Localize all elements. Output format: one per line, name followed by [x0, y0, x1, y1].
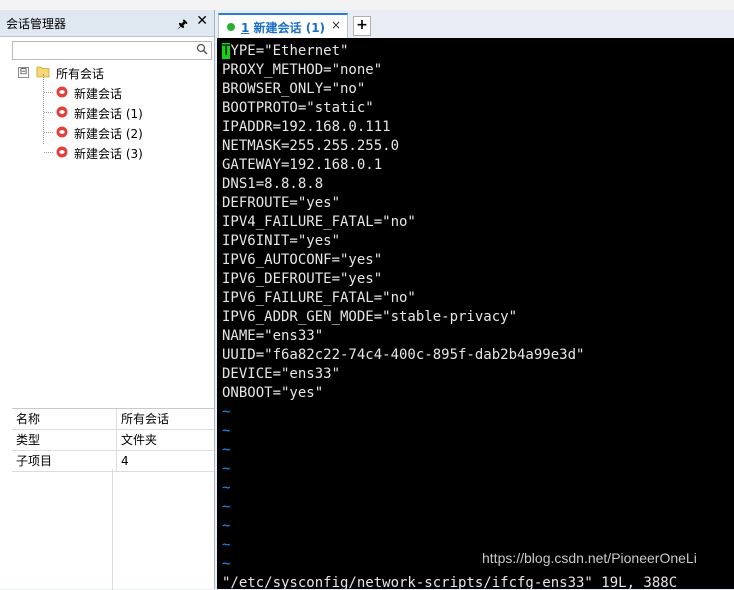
tree-connector	[44, 152, 53, 153]
session-manager-header: 会话管理器 🖈 ✕	[0, 10, 214, 37]
session-manager-panel: 会话管理器 🖈 ✕ ⊟ 所有会话 新建会话 新建会话 (1) 新建会话 (2) …	[0, 10, 215, 590]
tab-number: 1	[241, 21, 250, 35]
terminal-line: DNS1=8.8.8.8	[222, 176, 324, 192]
tab-bar: 1 新建会话 (1) × +	[215, 10, 734, 38]
terminal-line: GATEWAY=192.168.0.1	[222, 157, 383, 173]
tree-item-session-2[interactable]: 新建会话 (2)	[0, 122, 214, 142]
property-value: 文件夹	[121, 433, 158, 447]
tab-label: 1 新建会话 (1)	[241, 19, 325, 36]
terminal-line: IPADDR=192.168.0.111	[222, 119, 391, 135]
pin-icon[interactable]: 🖈	[177, 15, 188, 36]
empty-line-tilde: ~	[222, 518, 231, 534]
terminal-line: IPV6_FAILURE_FATAL="no"	[222, 290, 416, 306]
terminal-line: IPV6_DEFROUTE="yes"	[222, 271, 383, 287]
tree-root-label: 所有会话	[56, 67, 105, 81]
terminal-line: UUID="f6a82c22-74c4-400c-895f-dab2b4a99e…	[222, 347, 585, 363]
property-key: 类型	[12, 430, 117, 450]
empty-line-tilde: ~	[222, 537, 231, 553]
terminal-line: IPV4_FAILURE_FATAL="no"	[222, 214, 416, 230]
empty-line-tilde: ~	[222, 404, 231, 420]
collapse-icon[interactable]: ⊟	[18, 67, 29, 78]
terminal-line: TYPE="Ethernet"	[222, 42, 348, 61]
property-row: 类型 文件夹	[12, 430, 214, 451]
empty-line-tilde: ~	[222, 423, 231, 439]
tree-item-session[interactable]: 新建会话	[0, 82, 214, 102]
tree-item-label: 新建会话	[74, 87, 123, 101]
session-icon	[56, 86, 68, 98]
empty-line-tilde: ~	[222, 499, 231, 515]
tab-title: 新建会话 (1)	[253, 21, 326, 35]
property-key: 名称	[12, 409, 117, 429]
session-icon	[56, 126, 68, 138]
tab-close-icon[interactable]: ×	[331, 18, 341, 32]
search-icon[interactable]	[196, 43, 208, 55]
session-search-input[interactable]	[12, 41, 212, 60]
properties-table: 名称 所有会话 类型 文件夹 子项目 4	[12, 408, 214, 590]
tree-root-all-sessions[interactable]: ⊟ 所有会话	[0, 62, 214, 82]
tree-connector	[44, 112, 53, 113]
property-value: 所有会话	[121, 412, 170, 426]
terminal-line: BOOTPROTO="static"	[222, 100, 374, 116]
empty-line-tilde: ~	[222, 442, 231, 458]
session-tree: ⊟ 所有会话 新建会话 新建会话 (1) 新建会话 (2) 新建会话 (3)	[0, 62, 214, 162]
property-row: 名称 所有会话	[12, 409, 214, 430]
tree-connector	[44, 132, 53, 133]
tree-connector	[44, 92, 53, 93]
terminal-line: NETMASK=255.255.255.0	[222, 138, 400, 154]
watermark: https://blog.csdn.net/PioneerOneLi	[482, 550, 697, 566]
tree-item-label: 新建会话 (3)	[74, 147, 143, 161]
empty-line-tilde: ~	[222, 461, 231, 477]
terminal-line: PROXY_METHOD="none"	[222, 62, 383, 78]
close-icon[interactable]: ✕	[196, 13, 208, 29]
terminal-line: NAME="ens33"	[222, 328, 324, 344]
terminal-line: BROWSER_ONLY="no"	[222, 81, 366, 97]
terminal-line: DEFROUTE="yes"	[222, 195, 341, 211]
property-value: 4	[121, 454, 129, 468]
session-icon	[56, 106, 68, 118]
terminal-line: ONBOOT="yes"	[222, 385, 324, 401]
add-tab-button[interactable]: +	[353, 16, 371, 36]
property-row: 子项目 4	[12, 451, 214, 472]
tree-item-session-1[interactable]: 新建会话 (1)	[0, 102, 214, 122]
terminal-line-text: YPE="Ethernet"	[230, 43, 349, 59]
terminal-line: IPV6_AUTOCONF="yes"	[222, 252, 383, 268]
terminal-line: DEVICE="ens33"	[222, 366, 341, 382]
tab-session-1[interactable]: 1 新建会话 (1) ×	[218, 13, 348, 38]
terminal-view[interactable]: TYPE="Ethernet" PROXY_METHOD="none" BROWS…	[217, 38, 734, 589]
tree-item-label: 新建会话 (2)	[74, 127, 143, 141]
session-icon	[56, 146, 68, 158]
terminal-line: IPV6_ADDR_GEN_MODE="stable-privacy"	[222, 309, 518, 325]
property-key: 子项目	[12, 451, 117, 471]
panel-title: 会话管理器	[6, 16, 67, 31]
vim-status-line: "/etc/sysconfig/network-scripts/ifcfg-en…	[222, 575, 678, 589]
tree-item-session-3[interactable]: 新建会话 (3)	[0, 142, 214, 162]
terminal-line: IPV6INIT="yes"	[222, 233, 341, 249]
column-divider	[112, 469, 113, 590]
empty-line-tilde: ~	[222, 556, 231, 572]
tree-connector	[43, 74, 44, 144]
empty-line-tilde: ~	[222, 480, 231, 496]
tree-item-label: 新建会话 (1)	[74, 107, 143, 121]
connection-status-icon	[227, 23, 235, 31]
